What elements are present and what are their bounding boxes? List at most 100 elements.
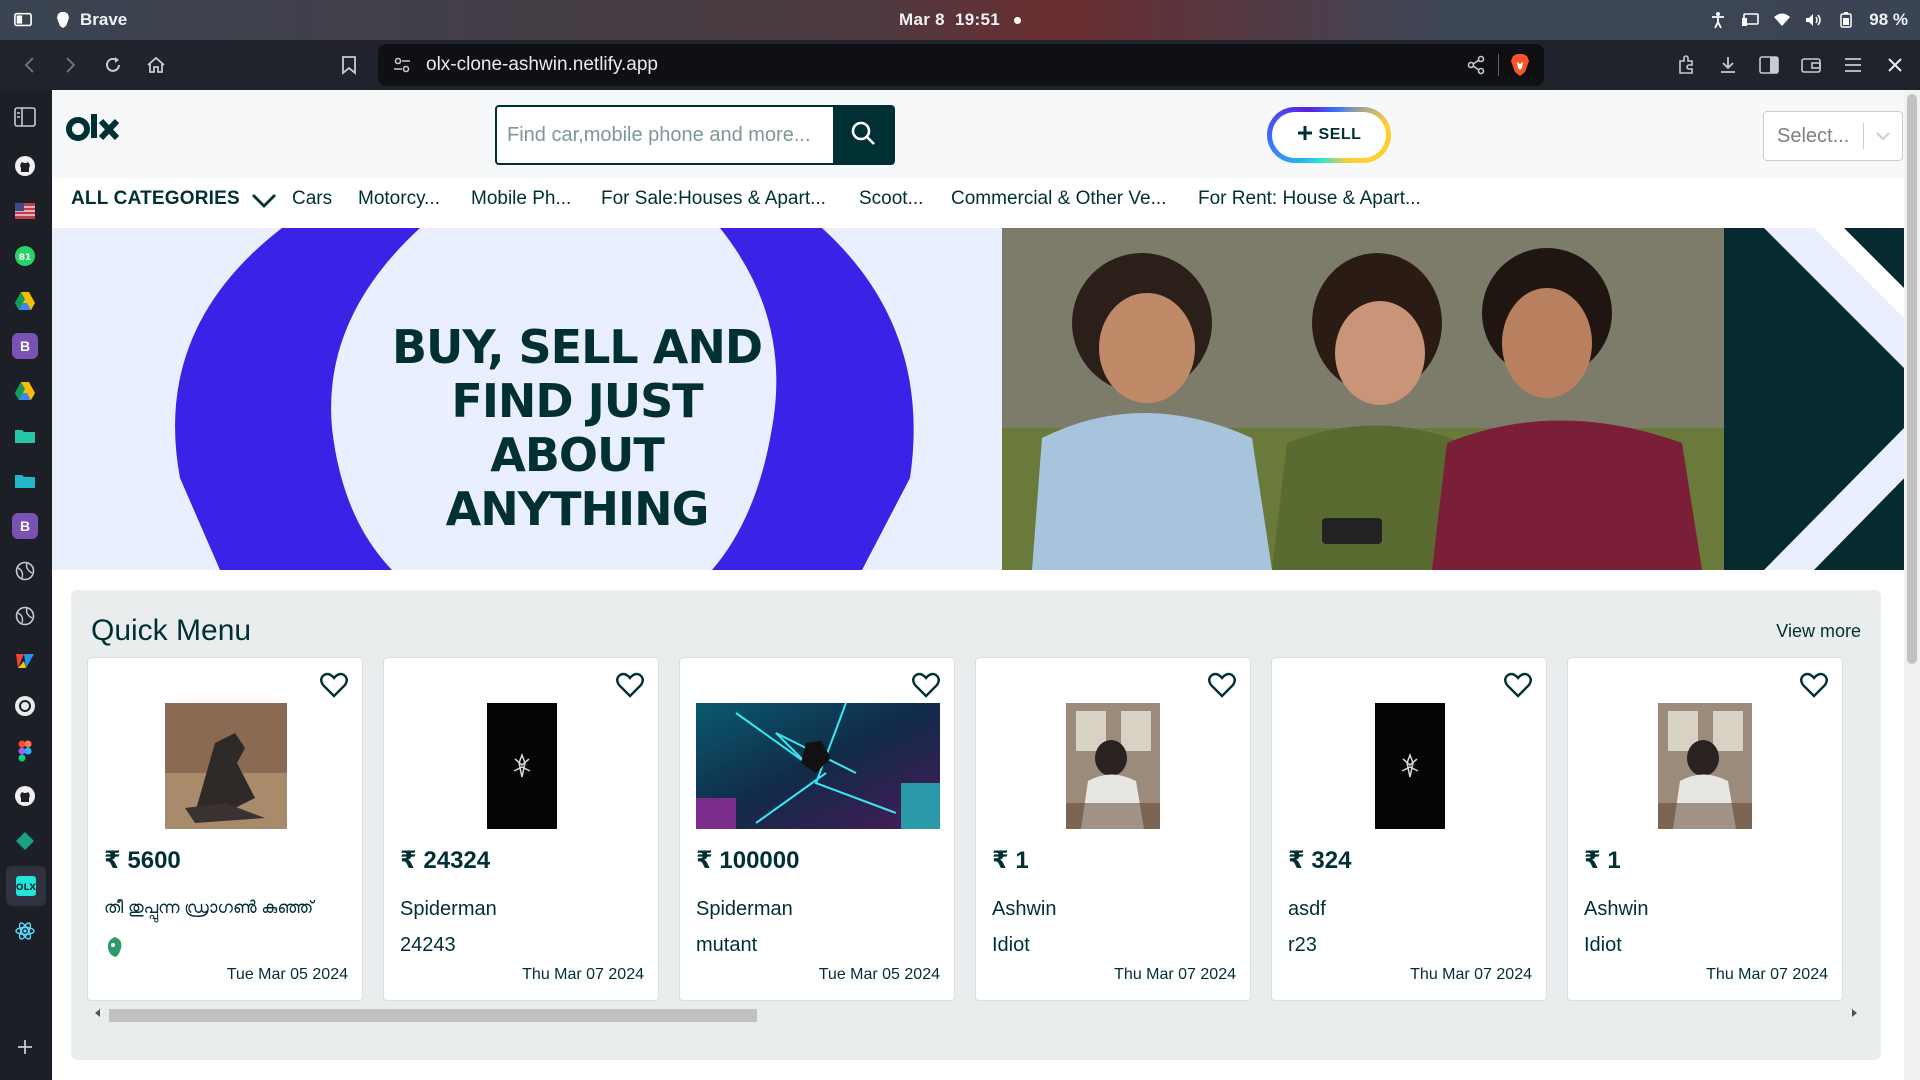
- search-icon: [850, 120, 876, 151]
- page-scrollbar[interactable]: [1904, 90, 1920, 1080]
- product-card[interactable]: ₹ 100000 Spiderman mutant Tue Mar 05 202…: [679, 657, 955, 1001]
- multicolor-app-icon[interactable]: [12, 648, 38, 674]
- heart-icon[interactable]: [1504, 672, 1532, 703]
- product-title: asdf: [1288, 898, 1326, 920]
- product-image-spiderverse: [696, 703, 940, 829]
- bootstrap-icon-2[interactable]: B: [12, 513, 38, 539]
- quick-menu-scrollbar[interactable]: [91, 1006, 1861, 1022]
- heart-icon[interactable]: [1800, 672, 1828, 703]
- product-title: Spiderman: [400, 898, 497, 920]
- flag-app-icon[interactable]: [12, 198, 38, 224]
- bootstrap-icon[interactable]: B: [12, 333, 38, 359]
- forward-button[interactable]: [58, 52, 84, 78]
- product-description: Idiot: [1584, 934, 1622, 956]
- product-price: ₹ 1: [1584, 847, 1621, 874]
- clock[interactable]: Mar 8 19:51: [0, 10, 1920, 30]
- all-categories-chevron-icon[interactable]: [250, 190, 278, 215]
- category-link-cars[interactable]: Cars: [292, 188, 332, 210]
- product-title: Spiderman: [696, 898, 793, 920]
- diamond-app-icon[interactable]: [12, 828, 38, 854]
- bookmark-button[interactable]: [336, 52, 362, 78]
- banner-arrow-graphic: [1724, 228, 1904, 570]
- share-icon[interactable]: [1466, 55, 1486, 80]
- wifi-icon[interactable]: [1773, 11, 1791, 29]
- search-input[interactable]: [497, 107, 833, 163]
- react-icon[interactable]: [12, 918, 38, 944]
- heart-icon[interactable]: [616, 672, 644, 703]
- language-select[interactable]: Select...: [1763, 111, 1903, 161]
- chatgpt-icon[interactable]: [12, 693, 38, 719]
- wallet-icon[interactable]: [1798, 52, 1824, 78]
- product-card[interactable]: ₹ 1 Ashwin Idiot Thu Mar 07 2024: [975, 657, 1251, 1001]
- site-header: SELL Select...: [52, 90, 1904, 178]
- scroll-left-arrow-icon[interactable]: [95, 1009, 100, 1017]
- language-select-value: Select...: [1777, 124, 1850, 147]
- category-link-houses-rent[interactable]: For Rent: House & Apart...: [1198, 188, 1421, 210]
- category-link-houses-sale[interactable]: For Sale:Houses & Apart...: [601, 188, 826, 210]
- heart-icon[interactable]: [320, 672, 348, 703]
- home-button[interactable]: [143, 52, 169, 78]
- product-date: Thu Mar 07 2024: [1114, 966, 1236, 983]
- accessibility-icon[interactable]: [1709, 11, 1727, 29]
- product-title: Ashwin: [1584, 898, 1649, 920]
- site-settings-icon[interactable]: [392, 55, 412, 80]
- reload-button[interactable]: [100, 52, 126, 78]
- product-image-spiderman-logo: [1375, 703, 1445, 829]
- brave-shields-icon[interactable]: [1510, 53, 1530, 82]
- close-window-icon[interactable]: [1882, 52, 1908, 78]
- globe-icon-2[interactable]: [12, 603, 38, 629]
- search-button[interactable]: [833, 107, 893, 163]
- all-categories-label[interactable]: ALL CATEGORIES: [71, 188, 240, 210]
- downloads-icon[interactable]: [1715, 52, 1741, 78]
- heart-icon[interactable]: [1208, 672, 1236, 703]
- quick-menu-section: Quick Menu View more ₹ 5600 തീ തുപ്പുന്ന…: [71, 590, 1881, 1060]
- volume-icon[interactable]: [1805, 11, 1823, 29]
- extensions-icon[interactable]: [1673, 52, 1699, 78]
- product-card[interactable]: ₹ 24324 Spiderman 24243 Thu Mar 07 2024: [383, 657, 659, 1001]
- search-box: [495, 105, 895, 165]
- google-drive-icon-2[interactable]: [12, 378, 38, 404]
- workspace-icon[interactable]: [14, 11, 32, 29]
- add-panel-icon[interactable]: [12, 1034, 38, 1060]
- category-link-commercial-vehicles[interactable]: Commercial & Other Ve...: [951, 188, 1166, 210]
- product-card[interactable]: ₹ 1 Ashwin Idiot Thu Mar 07 2024: [1567, 657, 1843, 1001]
- address-bar[interactable]: olx-clone-ashwin.netlify.app: [378, 44, 1544, 86]
- address-text: olx-clone-ashwin.netlify.app: [426, 54, 658, 75]
- product-description: 24243: [400, 934, 456, 956]
- github-icon[interactable]: [12, 153, 38, 179]
- olx-tab-icon[interactable]: OLX: [6, 866, 46, 906]
- hero-banner[interactable]: BUY, SELL AND FIND JUST ABOUT ANYTHING: [52, 228, 1904, 570]
- menu-icon[interactable]: [1840, 52, 1866, 78]
- product-price: ₹ 324: [1288, 847, 1352, 874]
- brave-lion-icon: [54, 11, 72, 29]
- view-more-link[interactable]: View more: [1776, 621, 1861, 642]
- svg-text:OLX: OLX: [16, 883, 36, 893]
- sell-button[interactable]: SELL: [1267, 107, 1391, 163]
- sidebar-panel-icon[interactable]: [12, 104, 38, 130]
- google-drive-icon[interactable]: [12, 288, 38, 314]
- olx-logo[interactable]: [66, 112, 122, 149]
- page-scrollbar-thumb[interactable]: [1907, 94, 1917, 664]
- whatsapp-icon[interactable]: 81: [12, 243, 38, 269]
- product-card[interactable]: ₹ 5600 തീ തുപ്പുന്ന ഡ്രാഗൺ കുഞ്ഞ് Tue Ma…: [87, 657, 363, 1001]
- github-icon-2[interactable]: [12, 783, 38, 809]
- scrollbar-thumb[interactable]: [109, 1009, 757, 1022]
- scroll-right-arrow-icon[interactable]: [1852, 1009, 1857, 1017]
- quick-menu-title: Quick Menu: [91, 614, 252, 647]
- browser-toolbar: olx-clone-ashwin.netlify.app: [0, 40, 1920, 90]
- folder-app-icon-2[interactable]: [12, 468, 38, 494]
- product-card[interactable]: ₹ 324 asdf r23 Thu Mar 07 2024: [1271, 657, 1547, 1001]
- globe-icon[interactable]: [12, 558, 38, 584]
- folder-app-icon[interactable]: [12, 423, 38, 449]
- heart-icon[interactable]: [912, 672, 940, 703]
- sidebar-toggle-icon[interactable]: [1756, 52, 1782, 78]
- screen-cast-icon[interactable]: [1741, 11, 1760, 29]
- active-app[interactable]: Brave: [54, 10, 127, 30]
- chevron-down-icon: [1864, 131, 1902, 141]
- category-link-mobile-phones[interactable]: Mobile Ph...: [471, 188, 571, 210]
- back-button[interactable]: [16, 52, 42, 78]
- category-link-motorcycles[interactable]: Motorcy...: [358, 188, 440, 210]
- figma-icon[interactable]: [12, 738, 38, 764]
- category-link-scooters[interactable]: Scoot...: [859, 188, 923, 210]
- battery-icon[interactable]: [1837, 11, 1855, 29]
